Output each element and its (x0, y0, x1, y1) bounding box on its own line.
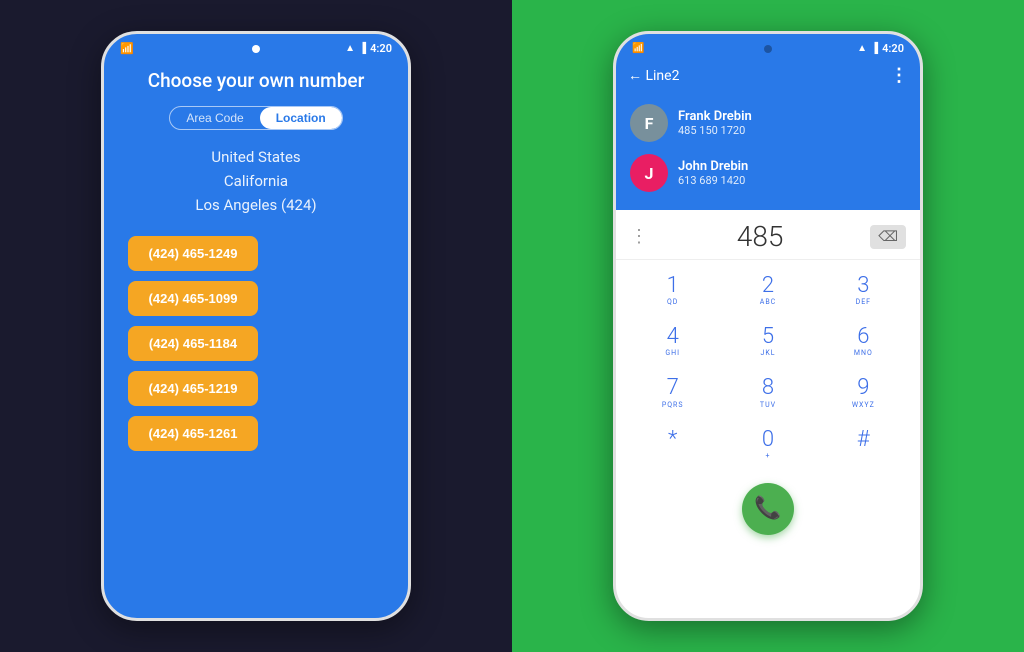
key-main-8: 8 (762, 376, 774, 400)
contact-item-frank[interactable]: F Frank Drebin 485 150 1720 (626, 98, 910, 148)
key-main-7: 7 (667, 376, 679, 400)
right-background: 📶 ▲ ▐ 4:20 ← Line2 ⋮ F Fra (512, 0, 1024, 652)
contact-name-frank: Frank Drebin (678, 109, 752, 124)
key-main-1: 1 (667, 274, 679, 298)
step-country[interactable]: United States (211, 148, 300, 166)
contact-name-john: John Drebin (678, 159, 748, 174)
key-btn-6[interactable]: 6 MNO (817, 317, 910, 366)
left-phone-frame: 📶 ▲ ▐ 4:20 Choose your own number Area C… (101, 31, 411, 621)
contact-number-frank: 485 150 1720 (678, 124, 752, 137)
key-btn-1[interactable]: 1 QD (626, 266, 719, 315)
left-phone-content: Choose your own number Area Code Locatio… (104, 59, 408, 471)
key-btn-7[interactable]: 7 PQRS (626, 368, 719, 417)
key-sub-0: + (766, 452, 771, 461)
left-time: 4:20 (370, 42, 392, 55)
key-btn-3[interactable]: 3 DEF (817, 266, 910, 315)
right-wifi-icon: 📶 (632, 43, 644, 54)
dialer-menu-dots[interactable]: ⋮ (630, 226, 650, 247)
more-options-button[interactable]: ⋮ (890, 65, 908, 86)
key-btn-5[interactable]: 5 JKL (721, 317, 814, 366)
right-front-camera (764, 45, 772, 53)
left-battery-icon: ▐ (359, 43, 366, 54)
key-main-6: 6 (857, 325, 869, 349)
key-main-*: * (668, 428, 677, 452)
avatar-frank: F (630, 104, 668, 142)
key-sub-1: QD (667, 298, 678, 307)
key-sub-5: JKL (760, 349, 775, 358)
number-btn-0[interactable]: (424) 465-1249 (128, 236, 258, 271)
number-btn-3[interactable]: (424) 465-1219 (128, 371, 258, 406)
phone-icon: 📞 (754, 496, 781, 521)
contact-info-john: John Drebin 613 689 1420 (678, 159, 748, 187)
keypad: 1 QD 2 ABC 3 DEF 4 GHI 5 JKL 6 MNO 7 PQR… (616, 260, 920, 475)
key-btn-*[interactable]: * (626, 420, 719, 469)
key-main-3: 3 (857, 274, 869, 298)
key-main-0: 0 (762, 428, 774, 452)
key-sub-8: TUV (760, 401, 776, 410)
key-btn-2[interactable]: 2 ABC (721, 266, 814, 315)
left-background: 📶 ▲ ▐ 4:20 Choose your own number Area C… (0, 0, 512, 652)
left-front-camera (252, 45, 260, 53)
key-btn-8[interactable]: 8 TUV (721, 368, 814, 417)
location-toggle[interactable]: Location (260, 107, 342, 129)
left-signal-icon: ▲ (345, 43, 355, 54)
right-signal-icon: ▲ (857, 43, 867, 54)
contact-list: F Frank Drebin 485 150 1720 J John Drebi… (616, 94, 920, 210)
key-main-2: 2 (762, 274, 774, 298)
key-btn-4[interactable]: 4 GHI (626, 317, 719, 366)
right-time: 4:20 (882, 42, 904, 55)
dialer-input-row: ⋮ 485 ⌫ (616, 210, 920, 260)
key-sub-9: WXYZ (852, 401, 875, 410)
key-main-4: 4 (667, 325, 679, 349)
key-btn-0[interactable]: 0 + (721, 420, 814, 469)
number-btn-1[interactable]: (424) 465-1099 (128, 281, 258, 316)
call-button-area: 📞 (616, 475, 920, 547)
backspace-button[interactable]: ⌫ (870, 225, 906, 249)
step-city[interactable]: Los Angeles (424) (195, 196, 316, 214)
key-sub-7: PQRS (662, 401, 684, 410)
key-sub-4: GHI (665, 349, 680, 358)
contact-info-frank: Frank Drebin 485 150 1720 (678, 109, 752, 137)
number-btn-4[interactable]: (424) 465-1261 (128, 416, 258, 451)
numbers-grid: (424) 465-1249 (424) 465-1099 (424) 465-… (124, 236, 388, 451)
right-phone-header: ← Line2 ⋮ (616, 59, 920, 94)
key-main-#: # (857, 428, 870, 452)
avatar-john: J (630, 154, 668, 192)
toggle-group: Area Code Location (169, 106, 342, 130)
left-wifi-icon: 📶 (120, 42, 134, 55)
right-status-bar: 📶 ▲ ▐ 4:20 (616, 34, 920, 59)
dialer-input-display: 485 (650, 220, 870, 253)
dialer-area: ⋮ 485 ⌫ 1 QD 2 ABC 3 DEF 4 GHI 5 JKL 6 M… (616, 210, 920, 547)
contact-number-john: 613 689 1420 (678, 174, 748, 187)
back-button[interactable]: ← Line2 (628, 67, 679, 84)
step-state[interactable]: California (224, 172, 288, 190)
key-sub-3: DEF (856, 298, 871, 307)
number-btn-2[interactable]: (424) 465-1184 (128, 326, 258, 361)
right-battery-icon: ▐ (871, 43, 878, 54)
key-sub-2: ABC (760, 298, 776, 307)
call-button[interactable]: 📞 (742, 483, 794, 535)
right-phone-frame: 📶 ▲ ▐ 4:20 ← Line2 ⋮ F Fra (613, 31, 923, 621)
key-btn-9[interactable]: 9 WXYZ (817, 368, 910, 417)
key-btn-#[interactable]: # (817, 420, 910, 469)
left-status-bar: 📶 ▲ ▐ 4:20 (104, 34, 408, 59)
key-sub-6: MNO (854, 349, 873, 358)
key-main-5: 5 (762, 325, 774, 349)
left-status-dot-container (246, 45, 266, 53)
area-code-toggle[interactable]: Area Code (170, 107, 259, 129)
contact-item-john[interactable]: J John Drebin 613 689 1420 (626, 148, 910, 198)
choose-title: Choose your own number (148, 69, 365, 92)
key-main-9: 9 (857, 376, 869, 400)
